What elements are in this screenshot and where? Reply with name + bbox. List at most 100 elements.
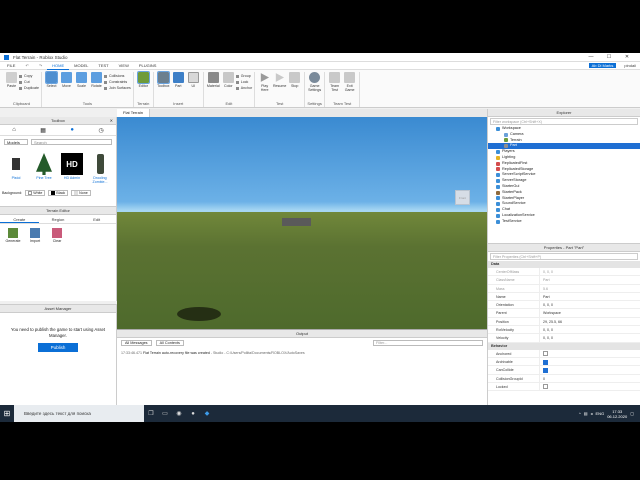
- import-button[interactable]: Import: [26, 228, 44, 243]
- property-row[interactable]: CenterOfMass 0, 0, 0: [488, 268, 640, 277]
- tab-plugins[interactable]: PLUGINS: [134, 62, 162, 70]
- property-value[interactable]: 0, 0, 0: [540, 301, 640, 308]
- file-explorer-icon[interactable]: ▭: [158, 410, 172, 417]
- tray-chevron-icon[interactable]: ^: [579, 411, 581, 416]
- tab-view[interactable]: VIEW: [114, 62, 134, 70]
- category-dropdown[interactable]: Models: [4, 139, 28, 145]
- select-button[interactable]: Select: [44, 71, 59, 88]
- browser-icon[interactable]: ◉: [172, 410, 186, 417]
- property-row[interactable]: Archivable: [488, 357, 640, 367]
- clock[interactable]: 17:33 06.12.2020: [607, 409, 627, 419]
- toolbox-item-zombie[interactable]: Drooling Zombie...: [88, 152, 112, 184]
- tab-flat-terrain[interactable]: Flat Terrain: [117, 109, 150, 117]
- context-filter-dropdown[interactable]: All Contexts: [155, 340, 184, 346]
- part-button[interactable]: Part: [171, 72, 186, 88]
- exit-game-button[interactable]: Exit Game: [342, 72, 357, 92]
- property-value[interactable]: 0: [540, 375, 640, 382]
- tab-region[interactable]: Region: [39, 215, 78, 223]
- property-row[interactable]: Position 29, 25.5, 66: [488, 317, 640, 327]
- property-checkbox[interactable]: [543, 351, 548, 357]
- output-filter-input[interactable]: Filter...: [373, 340, 483, 346]
- taskbar-search-input[interactable]: Введите здесь текст для поиска: [14, 405, 144, 422]
- team-create-button[interactable]: Ab Di Marks: [588, 63, 617, 68]
- tab-model[interactable]: MODEL: [69, 62, 93, 70]
- toolbox-search-input[interactable]: Search: [31, 139, 112, 145]
- inventory-tab-icon[interactable]: ▦: [40, 127, 46, 134]
- notifications-icon[interactable]: ▢: [630, 411, 634, 416]
- roblox-studio-taskbar-icon[interactable]: ◆: [200, 410, 214, 417]
- data-section[interactable]: Data: [488, 261, 640, 268]
- stop-button[interactable]: Stop: [287, 72, 302, 88]
- scale-button[interactable]: Scale: [74, 72, 89, 88]
- volume-icon[interactable]: ◂: [591, 411, 593, 416]
- close-button[interactable]: ✕: [618, 54, 636, 60]
- team-test-button[interactable]: Team Test: [327, 72, 342, 92]
- property-value[interactable]: Workspace: [540, 309, 640, 316]
- file-menu[interactable]: FILE: [2, 62, 20, 70]
- bg-white-option[interactable]: White: [25, 190, 46, 196]
- anchor-button[interactable]: Anchor: [235, 85, 252, 91]
- redo-icon[interactable]: ↷: [34, 62, 47, 70]
- recent-tab-icon[interactable]: ●: [70, 127, 74, 133]
- duplicate-button[interactable]: Duplicate: [19, 85, 39, 91]
- game-settings-button[interactable]: Game Settings: [307, 72, 322, 92]
- properties-filter-input[interactable]: Filter Properties (Ctrl+Shift+P): [490, 253, 638, 260]
- property-checkbox[interactable]: [543, 367, 548, 373]
- windows-start-icon[interactable]: ⊞: [0, 409, 14, 418]
- property-row[interactable]: Orientation 0, 0, 0: [488, 301, 640, 310]
- undo-icon[interactable]: ↶: [20, 62, 33, 70]
- property-value[interactable]: Part: [540, 293, 640, 300]
- property-row[interactable]: RotVelocity 0, 0, 0: [488, 326, 640, 335]
- maximize-button[interactable]: ☐: [600, 54, 618, 60]
- resume-button[interactable]: Resume: [272, 72, 287, 88]
- property-checkbox[interactable]: [543, 384, 548, 390]
- 3d-viewport[interactable]: Front: [117, 117, 487, 329]
- creations-tab-icon[interactable]: ◷: [99, 127, 104, 134]
- part-object[interactable]: [282, 218, 311, 226]
- clear-button[interactable]: Clear: [48, 228, 66, 243]
- property-value[interactable]: 0, 0, 0: [540, 326, 640, 333]
- publish-button[interactable]: Publish: [38, 343, 78, 352]
- property-row[interactable]: Parent Workspace: [488, 309, 640, 318]
- message-filter-dropdown[interactable]: All Messages: [121, 340, 152, 346]
- property-value[interactable]: 0, 0, 0: [540, 334, 640, 341]
- property-checkbox[interactable]: [543, 359, 548, 365]
- network-icon[interactable]: ▤: [584, 411, 588, 416]
- property-value[interactable]: 5.6: [540, 285, 640, 292]
- user-name[interactable]: pindaii: [620, 63, 640, 68]
- toolbox-item-pine-tree[interactable]: Pine Tree: [32, 152, 56, 184]
- property-row[interactable]: Anchored: [488, 349, 640, 358]
- toolbox-item-hd-admin[interactable]: HD HD Admin: [60, 152, 84, 184]
- terrain-editor-button[interactable]: Editor: [136, 71, 151, 88]
- view-cube[interactable]: Front: [455, 190, 470, 205]
- property-row[interactable]: Name Part: [488, 292, 640, 302]
- toolbox-item-pistol[interactable]: Pistol: [4, 152, 28, 184]
- minimize-button[interactable]: —: [582, 54, 600, 60]
- close-icon[interactable]: ✕: [110, 117, 113, 125]
- play-button[interactable]: Play Here: [257, 72, 272, 92]
- color-button[interactable]: Color: [221, 72, 236, 88]
- material-button[interactable]: Material: [206, 72, 221, 88]
- task-view-icon[interactable]: ❐: [144, 410, 158, 417]
- bg-black-option[interactable]: Black: [48, 190, 69, 196]
- property-value[interactable]: Part: [540, 276, 640, 283]
- property-row[interactable]: Velocity 0, 0, 0: [488, 334, 640, 343]
- property-row[interactable]: ClassName Part: [488, 276, 640, 285]
- bg-none-option[interactable]: None: [71, 190, 91, 196]
- property-value[interactable]: 0, 0, 0: [540, 268, 640, 275]
- explorer-item[interactable]: TestService: [488, 219, 640, 225]
- join-surfaces-toggle[interactable]: Join Surfaces: [103, 85, 131, 91]
- tab-test[interactable]: TEST: [93, 62, 113, 70]
- paste-button[interactable]: Paste: [4, 72, 19, 88]
- tab-create[interactable]: Create: [0, 215, 39, 223]
- explorer-filter-input[interactable]: Filter workspace (Ctrl+Shift+X): [490, 118, 638, 125]
- marketplace-tab-icon[interactable]: ⌂: [12, 127, 16, 133]
- property-row[interactable]: Mass 5.6: [488, 284, 640, 293]
- property-value[interactable]: 29, 25.5, 66: [540, 318, 640, 325]
- ui-button[interactable]: UI: [186, 72, 201, 88]
- move-button[interactable]: Move: [59, 72, 74, 88]
- toolbox-button[interactable]: Toolbox: [156, 71, 171, 88]
- property-row[interactable]: CollisionGroupId 0: [488, 374, 640, 383]
- behavior-section[interactable]: Behavior: [488, 342, 640, 350]
- obs-icon[interactable]: ●: [186, 411, 200, 417]
